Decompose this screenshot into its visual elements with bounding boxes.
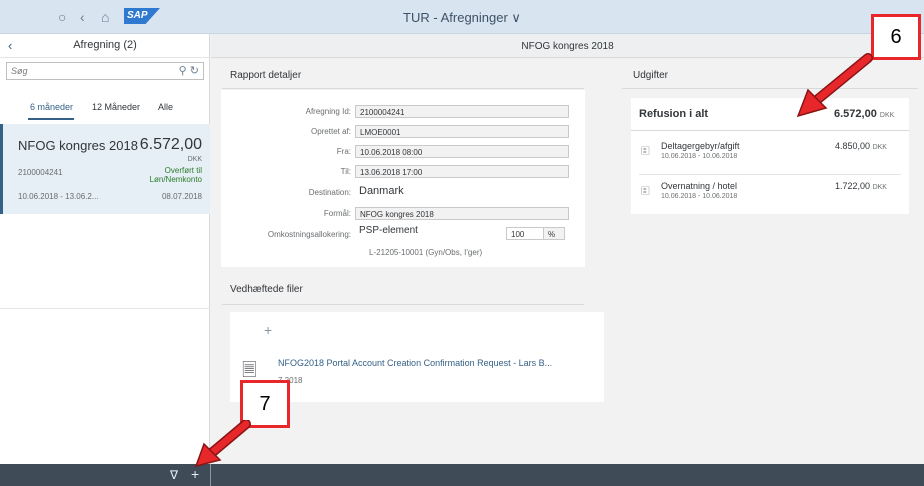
udgifter-title: Udgifter (633, 70, 669, 81)
search-icon[interactable]: ⚲ (179, 65, 187, 77)
files-title: Vedhæftede filer (230, 284, 303, 295)
expense-name: Overnatning / hotel (661, 181, 738, 191)
label-formaal: Formål: (323, 209, 351, 218)
expense-name: Deltagergebyr/afgift (661, 141, 740, 151)
master-header: ‹ Afregning (2) (0, 34, 209, 58)
item-name: NFOG kongres 2018 (18, 138, 138, 153)
field-destination: Danmark (359, 185, 404, 197)
callout-arrow-7 (194, 420, 251, 468)
footer-toolbar: ∇ + (0, 464, 924, 486)
field-til: 13.06.2018 17:00 (355, 165, 569, 178)
search-input[interactable]: Søg ⚲ ↻ (6, 62, 204, 80)
alloc-percent: 100 (506, 227, 544, 240)
app-title[interactable]: TUR - Afregninger ∨ (0, 10, 924, 26)
filter-icon[interactable]: ∇ (170, 468, 178, 482)
row-divider (639, 174, 901, 175)
callout-arrow-6 (796, 53, 873, 118)
refusion-currency: DKK (879, 112, 895, 119)
expense-amount: 1.722,00 DKK (835, 181, 887, 191)
section-divider (222, 304, 584, 305)
label-omkostningsallokering: Omkostningsallokering: (267, 230, 351, 239)
add-attachment-icon[interactable]: + (264, 322, 272, 338)
refusion-label: Refusion i alt (639, 108, 709, 120)
status-line-1: Overført til (164, 166, 202, 175)
attachment-link[interactable]: NFOG2018 Portal Account Creation Confirm… (278, 358, 552, 368)
expense-amount: 4.850,00 DKK (835, 141, 887, 151)
item-dates: 10.06.2018 - 13.06.2... (18, 192, 99, 201)
master-title: Afregning (2) (73, 39, 137, 51)
refresh-icon[interactable]: ↻ (190, 65, 199, 77)
expense-row[interactable]: 🗉 Deltagergebyr/afgift 10.06.2018 - 10.0… (631, 136, 909, 174)
status-line-2: Løn/Nemkonto (149, 175, 202, 184)
label-til: Til: (340, 167, 351, 176)
search-placeholder: Søg (11, 66, 28, 76)
receipt-icon: 🗉 (641, 184, 650, 198)
alloc-percent-unit: % (543, 227, 565, 240)
expense-amount-value: 4.850,00 (835, 141, 871, 151)
field-formaal: NFOG kongres 2018 (355, 207, 569, 220)
tab-6-months[interactable]: 6 måneder (30, 102, 73, 112)
field-afregning-id: 2100004241 (355, 105, 569, 118)
expense-dates: 10.06.2018 - 10.06.2018 (661, 193, 738, 200)
expense-currency: DKK (872, 184, 887, 191)
alloc-detail: L-21205-10001 (Gyn/Obs, I'ger) (369, 248, 483, 257)
field-fra: 10.06.2018 08:00 (355, 145, 569, 158)
list-item[interactable]: NFOG kongres 2018 6.572,00 DKK 210000424… (0, 124, 210, 214)
divider (631, 130, 909, 131)
shell-bar: ○ ‹ ⌂ SAP TUR - Afregninger ∨ (0, 0, 924, 34)
rapport-title: Rapport detaljer (230, 70, 302, 81)
period-tabs: 6 måneder 12 Måneder Alle (0, 98, 210, 122)
label-fra: Fra: (336, 147, 351, 156)
field-oprettet-af: LMOE0001 (355, 125, 569, 138)
receipt-icon: 🗉 (641, 144, 650, 158)
item-status: Overført til Løn/Nemkonto (150, 166, 202, 184)
item-id: 2100004241 (18, 168, 63, 177)
expense-row[interactable]: 🗉 Overnatning / hotel 10.06.2018 - 10.06… (631, 176, 909, 214)
expense-currency: DKK (872, 144, 887, 151)
divider (0, 308, 210, 309)
tab-all[interactable]: Alle (158, 102, 173, 112)
item-amount: 6.572,00 (139, 136, 202, 153)
tab-12-months[interactable]: 12 Måneder (92, 102, 140, 112)
expense-dates: 10.06.2018 - 10.06.2018 (661, 153, 738, 160)
label-oprettet-af: Oprettet af: (310, 127, 351, 136)
master-list: ‹ Afregning (2) Søg ⚲ ↻ 6 måneder 12 Mån… (0, 34, 210, 464)
item-currency: DKK (187, 156, 202, 163)
tab-underline (28, 118, 74, 120)
field-psp-element: PSP-element (359, 225, 418, 236)
label-afregning-id: Afregning Id: (305, 107, 351, 116)
label-destination: Destination: (308, 188, 351, 197)
report-form: Afregning Id: 2100004241 Oprettet af: LM… (221, 90, 585, 267)
expense-amount-value: 1.722,00 (835, 181, 871, 191)
section-divider (222, 88, 584, 89)
item-date: 08.07.2018 (161, 192, 202, 201)
